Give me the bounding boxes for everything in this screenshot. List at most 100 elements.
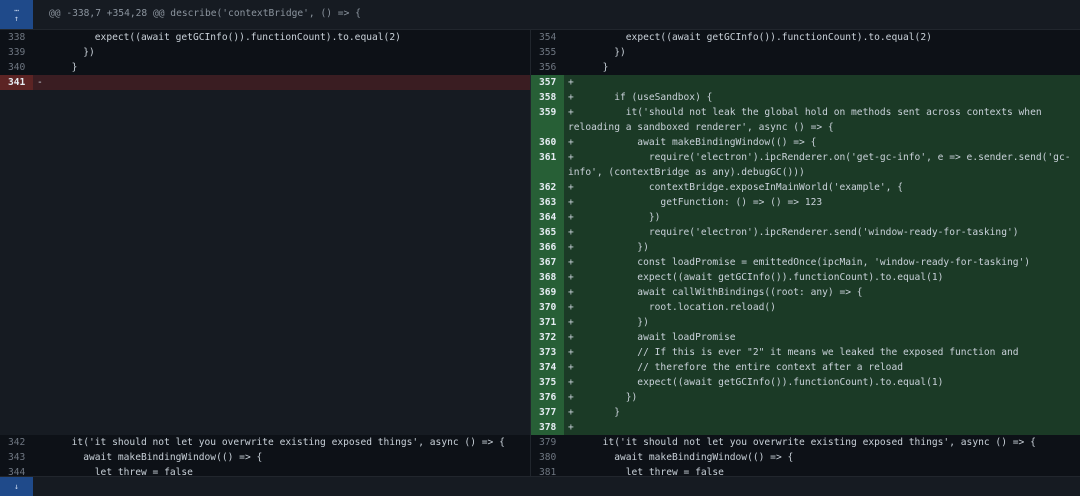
- diff-line: 369 + await callWithBindings((root: any) …: [531, 285, 1080, 300]
- line-number[interactable]: 381: [531, 465, 564, 476]
- line-code: +: [568, 77, 574, 88]
- diff-line: 378 +: [531, 420, 1080, 435]
- line-number[interactable]: 361: [531, 150, 564, 180]
- line-number[interactable]: 373: [531, 345, 564, 360]
- line-number[interactable]: 340: [0, 60, 33, 75]
- line-number[interactable]: 364: [531, 210, 564, 225]
- line-code: -: [37, 77, 43, 88]
- diff-line: 358 + if (useSandbox) {: [531, 90, 1080, 105]
- left-pane: 338 expect((await getGCInfo()).functionC…: [0, 29, 530, 476]
- diff-line: 371 + }): [531, 315, 1080, 330]
- diff-line: 342 it('it should not let you overwrite …: [0, 435, 530, 450]
- diff-line: 354 expect((await getGCInfo()).functionC…: [531, 30, 1080, 45]
- diff-line: 363 + getFunction: () => () => 123: [531, 195, 1080, 210]
- line-code: + if (useSandbox) {: [568, 92, 713, 103]
- diff-line: 380 await makeBindingWindow(() => {: [531, 450, 1080, 465]
- diff-line: 376 + }): [531, 390, 1080, 405]
- line-code: it('it should not let you overwrite exis…: [37, 437, 505, 448]
- line-number[interactable]: 355: [531, 45, 564, 60]
- line-code: + it('should not leak the global hold on…: [568, 107, 1048, 133]
- line-code: }: [568, 62, 609, 73]
- line-number[interactable]: 376: [531, 390, 564, 405]
- line-code: expect((await getGCInfo()).functionCount…: [37, 32, 401, 43]
- line-number[interactable]: 339: [0, 45, 33, 60]
- line-number[interactable]: 371: [531, 315, 564, 330]
- diff-line: 364 + }): [531, 210, 1080, 225]
- line-code: await makeBindingWindow(() => {: [37, 452, 263, 463]
- diff-line: 343 await makeBindingWindow(() => {: [0, 450, 530, 465]
- line-number[interactable]: 338: [0, 30, 33, 45]
- line-code: + // therefore the entire context after …: [568, 362, 904, 373]
- line-number[interactable]: 366: [531, 240, 564, 255]
- expand-down-icon: ↓: [14, 481, 19, 491]
- line-number[interactable]: 362: [531, 180, 564, 195]
- diff-line: 356 }: [531, 60, 1080, 75]
- line-code: + expect((await getGCInfo()).functionCou…: [568, 272, 944, 283]
- diff-line: 338 expect((await getGCInfo()).functionC…: [0, 30, 530, 45]
- line-code: + expect((await getGCInfo()).functionCou…: [568, 377, 944, 388]
- line-code: }): [568, 47, 626, 58]
- line-number[interactable]: 379: [531, 435, 564, 450]
- expand-up-button[interactable]: ⋯ ↑: [0, 0, 33, 29]
- line-number[interactable]: 344: [0, 465, 33, 476]
- diff-line: 340 }: [0, 60, 530, 75]
- hunk-header: ⋯ ↑ @@ -338,7 +354,28 @@ describe('conte…: [0, 0, 1080, 30]
- line-code: + await makeBindingWindow(() => {: [568, 137, 817, 148]
- line-number[interactable]: 359: [531, 105, 564, 135]
- line-code: + await callWithBindings((root: any) => …: [568, 287, 863, 298]
- line-number[interactable]: 357: [531, 75, 564, 90]
- line-number[interactable]: 368: [531, 270, 564, 285]
- diff-line: 368 + expect((await getGCInfo()).function…: [531, 270, 1080, 285]
- line-number[interactable]: 342: [0, 435, 33, 450]
- line-number[interactable]: 358: [531, 90, 564, 105]
- diff-line: 360 + await makeBindingWindow(() => {: [531, 135, 1080, 150]
- line-code: }: [37, 62, 78, 73]
- diff-line: 379 it('it should not let you overwrite …: [531, 435, 1080, 450]
- diff-line: 359 + it('should not leak the global hold…: [531, 105, 1080, 135]
- line-number[interactable]: 354: [531, 30, 564, 45]
- line-number[interactable]: 378: [531, 420, 564, 435]
- line-code: + getFunction: () => () => 123: [568, 197, 823, 208]
- line-number[interactable]: 360: [531, 135, 564, 150]
- diff-line: 373 + // If this is ever "2" it means we …: [531, 345, 1080, 360]
- diff-line: 374 + // therefore the entire context aft…: [531, 360, 1080, 375]
- line-number[interactable]: 363: [531, 195, 564, 210]
- diff-line: 362 + contextBridge.exposeInMainWorld('ex…: [531, 180, 1080, 195]
- line-code: it('it should not let you overwrite exis…: [568, 437, 1036, 448]
- line-number[interactable]: 365: [531, 225, 564, 240]
- line-number[interactable]: 367: [531, 255, 564, 270]
- line-number[interactable]: 356: [531, 60, 564, 75]
- line-code: let threw = false: [568, 467, 724, 476]
- line-code: + require('electron').ipcRenderer.send('…: [568, 227, 1019, 238]
- line-code: + }): [568, 392, 638, 403]
- line-number[interactable]: 377: [531, 405, 564, 420]
- line-number[interactable]: 372: [531, 330, 564, 345]
- line-code: + contextBridge.exposeInMainWorld('examp…: [568, 182, 904, 193]
- diff-view: ⋯ ↑ @@ -338,7 +354,28 @@ describe('conte…: [0, 0, 1080, 496]
- hunk-footer: ↓: [0, 476, 1080, 496]
- line-code: expect((await getGCInfo()).functionCount…: [568, 32, 932, 43]
- line-code: + }: [568, 407, 620, 418]
- diff-line: 339 }): [0, 45, 530, 60]
- line-number[interactable]: 374: [531, 360, 564, 375]
- expand-down-button[interactable]: ↓: [0, 477, 33, 496]
- line-number[interactable]: 375: [531, 375, 564, 390]
- line-number[interactable]: 343: [0, 450, 33, 465]
- line-code: + root.location.reload(): [568, 302, 776, 313]
- line-number[interactable]: 380: [531, 450, 564, 465]
- empty-gap: [0, 90, 530, 435]
- line-number[interactable]: 370: [531, 300, 564, 315]
- line-code: + await loadPromise: [568, 332, 736, 343]
- diff-line: 366 + }): [531, 240, 1080, 255]
- line-code: await makeBindingWindow(() => {: [568, 452, 794, 463]
- line-code: let threw = false: [37, 467, 193, 476]
- diff-line: 355 }): [531, 45, 1080, 60]
- line-number[interactable]: 369: [531, 285, 564, 300]
- diff-line: 367 + const loadPromise = emittedOnce(ipc…: [531, 255, 1080, 270]
- diff-line: 344 let threw = false: [0, 465, 530, 476]
- line-code: + }): [568, 212, 661, 223]
- diff-line: 357 +: [531, 75, 1080, 90]
- diff-line: 361 + require('electron').ipcRenderer.on(…: [531, 150, 1080, 180]
- line-number[interactable]: 341: [0, 75, 33, 90]
- hunk-header-text: @@ -338,7 +354,28 @@ describe('contextBr…: [49, 8, 361, 19]
